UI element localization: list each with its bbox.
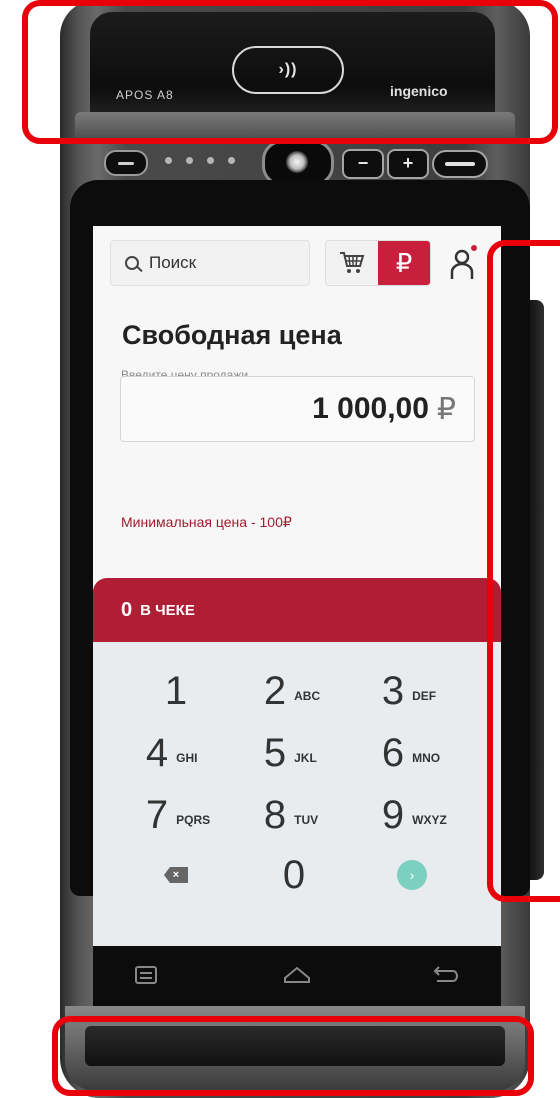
key-digit: 3: [381, 668, 405, 713]
key-letters: TUV: [294, 813, 319, 827]
volume-up-button[interactable]: +: [387, 149, 429, 179]
user-icon[interactable]: [449, 244, 479, 282]
back-icon[interactable]: [433, 966, 459, 984]
key-9[interactable]: 9 WXYZ: [357, 790, 467, 840]
system-nav-bar: [93, 946, 501, 1006]
key-digit: 0: [282, 852, 306, 897]
key-5[interactable]: 5 JKL: [239, 728, 349, 778]
status-led: [228, 157, 235, 164]
numeric-keypad: 1 2 ABC 3 DEF 4 GHI 5 JKL 6 MNO 7 PQRS 8…: [93, 642, 501, 946]
key-letters: MNO: [412, 751, 441, 765]
top-bar: Поиск ₽: [93, 226, 501, 300]
search-input[interactable]: Поиск: [110, 240, 310, 286]
annotation-frame-printer: [22, 0, 558, 144]
key-3[interactable]: 3 DEF: [357, 666, 467, 716]
search-icon: [125, 256, 139, 270]
key-letters: DEF: [412, 689, 437, 703]
key-letters: GHI: [176, 751, 198, 765]
recent-apps-icon[interactable]: [135, 966, 157, 984]
key-letters: WXYZ: [412, 813, 447, 827]
key-digit: 4: [145, 730, 169, 775]
next-button[interactable]: ›: [357, 850, 467, 900]
key-1[interactable]: 1: [121, 666, 231, 716]
key-digit: 5: [263, 730, 287, 775]
price-value: 1 000,00: [312, 392, 429, 425]
price-input[interactable]: 1 000,00 ₽: [120, 376, 475, 442]
min-price-note: Минимальная цена - 100₽: [121, 514, 292, 530]
key-2[interactable]: 2 ABC: [239, 666, 349, 716]
key-4[interactable]: 4 GHI: [121, 728, 231, 778]
hardware-menu-button[interactable]: [104, 150, 148, 176]
status-led: [165, 157, 172, 164]
key-0[interactable]: 0: [239, 850, 349, 900]
receipt-bar[interactable]: 0 В ЧЕКЕ: [93, 578, 501, 642]
key-6[interactable]: 6 MNO: [357, 728, 467, 778]
cart-mode-button[interactable]: [326, 241, 378, 285]
key-digit: 8: [263, 792, 287, 837]
key-8[interactable]: 8 TUV: [239, 790, 349, 840]
status-led: [207, 157, 214, 164]
receipt-count: 0: [121, 598, 133, 621]
key-letters: PQRS: [176, 813, 211, 827]
key-letters: JKL: [294, 751, 317, 765]
annotation-frame-bottom: [52, 1016, 534, 1096]
backspace-button[interactable]: ×: [121, 850, 231, 900]
receipt-label: В ЧЕКЕ: [140, 601, 195, 619]
annotation-frame-side: [487, 240, 560, 902]
cart-icon: [340, 252, 365, 273]
chevron-right-icon: ›: [397, 860, 427, 890]
free-price-mode-button[interactable]: ₽: [378, 241, 430, 285]
key-digit: 2: [263, 668, 287, 713]
status-led: [186, 157, 193, 164]
currency-symbol: ₽: [436, 392, 456, 426]
ruble-icon: ₽: [395, 247, 413, 278]
home-icon[interactable]: [283, 966, 311, 984]
screen: Поиск ₽ Свободная цена Введите цену прод…: [93, 226, 501, 946]
key-letters: ABC: [294, 689, 321, 703]
key-7[interactable]: 7 PQRS: [121, 790, 231, 840]
search-placeholder: Поиск: [149, 253, 197, 272]
page-title: Свободная цена: [122, 320, 342, 350]
power-button[interactable]: [432, 150, 488, 178]
key-digit: 6: [381, 730, 405, 775]
mode-toggle[interactable]: ₽: [325, 240, 431, 286]
key-digit: 1: [164, 668, 188, 713]
volume-down-button[interactable]: −: [342, 149, 384, 179]
key-digit: 7: [145, 792, 169, 837]
backspace-icon: ×: [164, 867, 188, 883]
key-digit: 9: [381, 792, 405, 837]
